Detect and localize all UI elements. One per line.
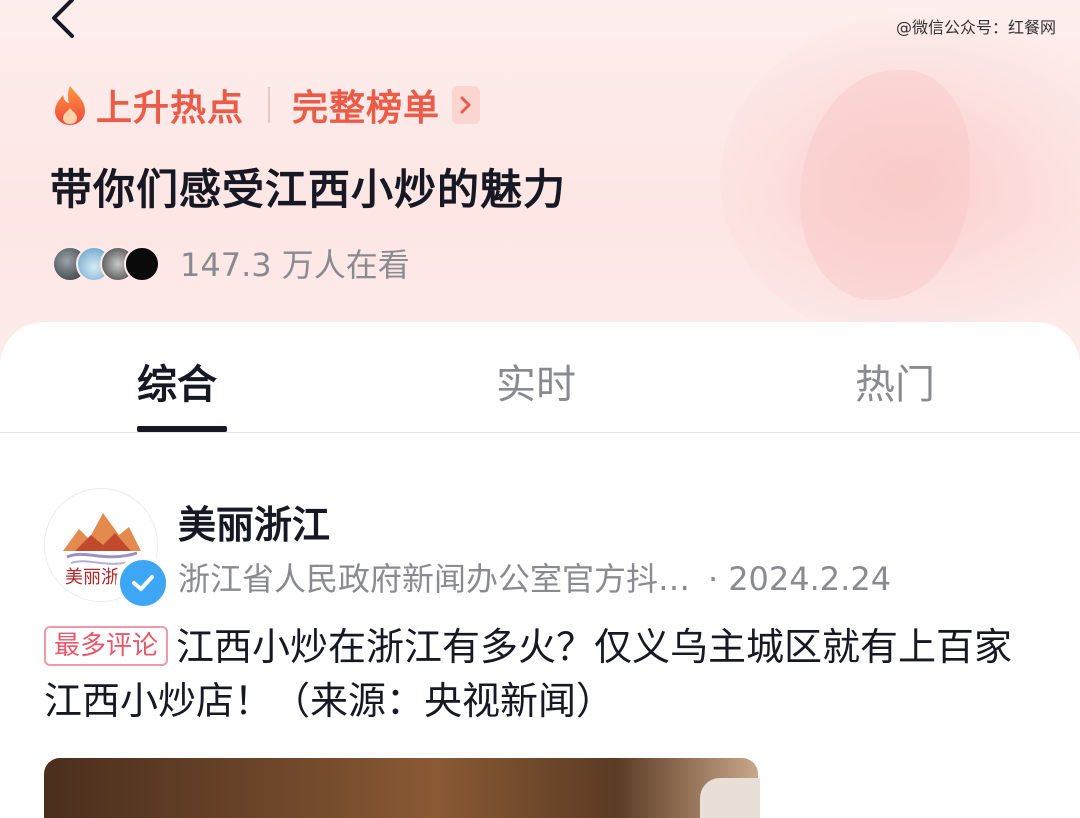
post-text[interactable]: 最多评论 江西小炒在浙江有多火？仅义乌主城区就有上百家江西小炒店！（来源：央视新闻… xyxy=(44,620,1044,728)
flame-icon xyxy=(55,86,85,125)
content-panel: 综合 实时 热门 美丽浙 美丽浙江 浙江省人民政府新闻办公室官方抖… · 2024.… xyxy=(0,322,1080,818)
viewers-row: 147.3 万人在看 xyxy=(52,240,410,286)
hot-topic-header: @微信公众号：红餐网 上升热点 完整榜单 带你们感受江西小炒的魅力 147.3 … xyxy=(0,0,1080,360)
viewer-count: 147.3 万人在看 xyxy=(180,246,410,284)
hot-label: 上升热点 xyxy=(96,88,245,129)
tab-realtime[interactable]: 实时 xyxy=(496,352,576,410)
tab-bar: 综合 实时 热门 xyxy=(0,322,1080,434)
author-description: 浙江省人民政府新闻办公室官方抖… xyxy=(178,560,691,598)
most-comments-badge: 最多评论 xyxy=(44,626,169,666)
avatar xyxy=(124,246,160,282)
divider xyxy=(0,432,1080,433)
verified-check-icon xyxy=(132,575,154,591)
chevron-right-icon xyxy=(460,96,471,114)
verified-badge xyxy=(116,556,170,610)
divider xyxy=(268,87,271,123)
full-ranking-arrow[interactable] xyxy=(452,86,481,124)
tab-comprehensive[interactable]: 综合 xyxy=(137,352,217,410)
back-arrow-icon xyxy=(52,0,74,38)
topic-title: 带你们感受江西小炒的魅力 xyxy=(50,165,567,214)
dot-separator: · xyxy=(708,560,719,598)
back-button[interactable] xyxy=(44,0,94,44)
post-body: 江西小炒在浙江有多火？仅义乌主城区就有上百家江西小炒店！（来源：央视新闻） xyxy=(44,625,1013,723)
video-thumbnail-edge xyxy=(700,778,760,818)
watermark: @微信公众号：红餐网 xyxy=(895,18,1056,37)
hot-rank-row: 上升热点 完整榜单 xyxy=(52,79,481,131)
full-ranking-link[interactable]: 完整榜单 xyxy=(292,79,440,131)
author-meta: 浙江省人民政府新闻办公室官方抖… · 2024.2.24 xyxy=(178,554,891,600)
svg-text:美丽浙: 美丽浙 xyxy=(65,567,119,588)
video-thumbnail[interactable] xyxy=(44,758,758,818)
post-date: 2024.2.24 xyxy=(728,560,892,598)
author-name[interactable]: 美丽浙江 xyxy=(178,494,330,549)
viewer-avatars xyxy=(52,244,164,282)
tab-popular[interactable]: 热门 xyxy=(855,352,935,410)
